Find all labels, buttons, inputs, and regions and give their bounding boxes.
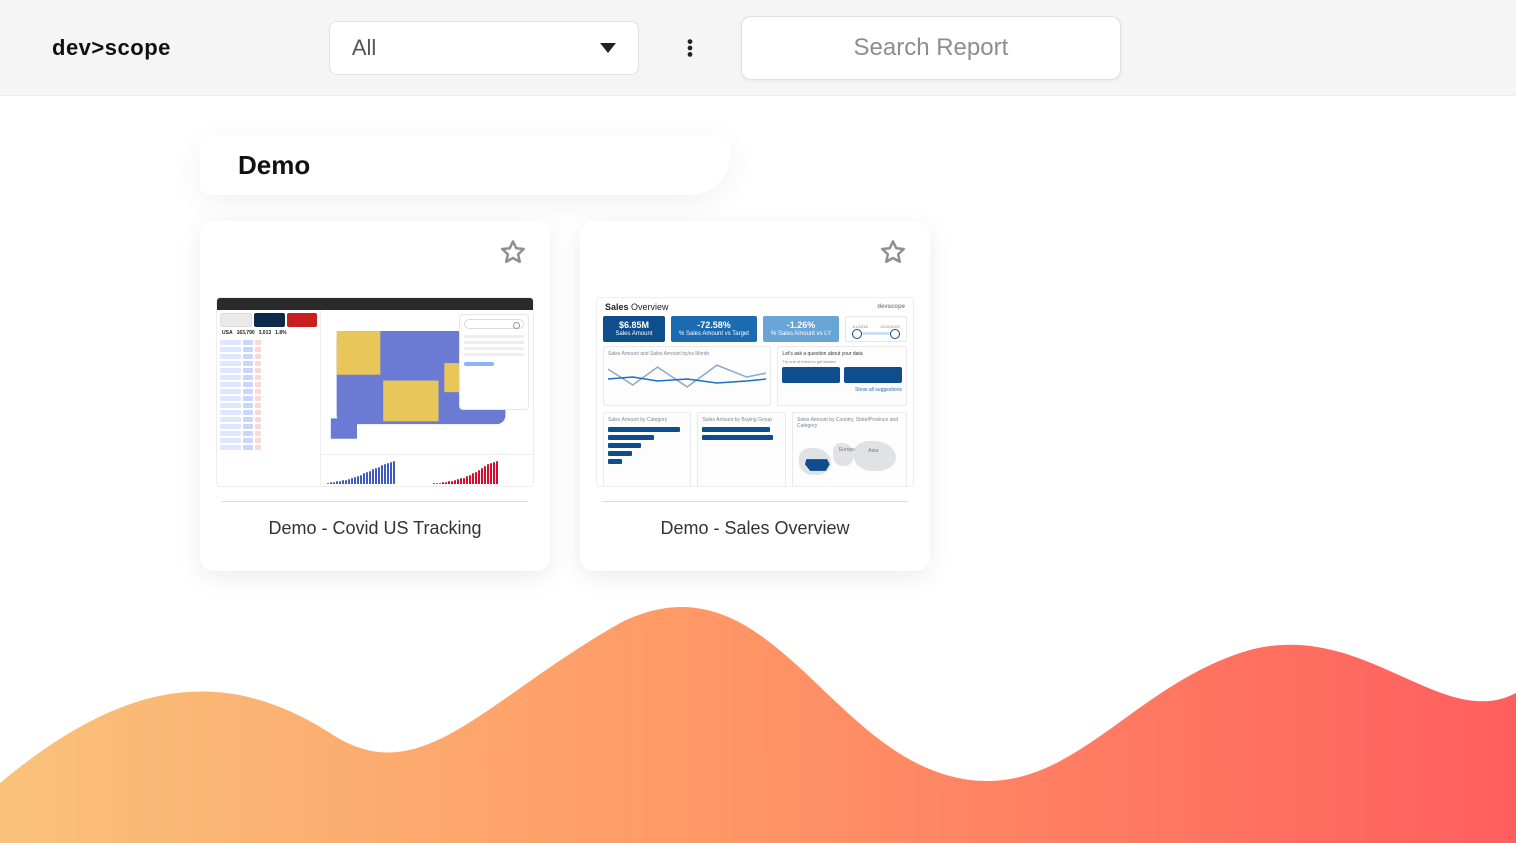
- thumb-brand: devscope: [877, 304, 905, 310]
- report-caption: Demo - Sales Overview: [596, 502, 914, 559]
- geo-label: Asia: [868, 448, 878, 454]
- kpi-value: $6.85M: [611, 321, 657, 331]
- box-title: Let's ask a question about your data: [782, 351, 902, 357]
- thumb-stat-1: 3,013: [259, 330, 272, 336]
- decorative-wave: [0, 583, 1516, 843]
- kpi-label: % Sales Amount vs LY: [771, 331, 831, 337]
- kpi-value: -72.58%: [679, 321, 749, 331]
- logo-text-left: dev: [52, 35, 91, 61]
- logo-text-right: scope: [105, 35, 171, 61]
- brand-logo: dev > scope: [52, 35, 171, 61]
- thumb-stat-country: USA: [222, 330, 233, 336]
- report-card[interactable]: USA 163,790 3,013 1.8%: [200, 221, 550, 571]
- kpi-value: -1.26%: [771, 321, 831, 331]
- report-thumbnail: Sales Overview devscope $6.85MSales Amou…: [596, 297, 914, 487]
- favorite-button[interactable]: [498, 237, 528, 267]
- thumb-stat-2: 1.8%: [275, 330, 286, 336]
- section-title: Demo: [238, 150, 310, 181]
- line-chart-icon: [608, 359, 766, 399]
- box-title: Sales Amount by Country, State/Province …: [797, 417, 902, 429]
- kpi-label: Sales Amount: [615, 331, 652, 337]
- kebab-icon: [679, 31, 701, 65]
- app-header: dev > scope All: [0, 0, 1516, 96]
- slider-from: 1/1/2018: [852, 324, 868, 329]
- kpi-label: % Sales Amount vs Target: [679, 331, 749, 337]
- thumb-title-b: Overview: [631, 302, 669, 312]
- page-content: Demo USA 163,790: [0, 96, 1516, 571]
- more-options-button[interactable]: [673, 24, 707, 72]
- report-card[interactable]: Sales Overview devscope $6.85MSales Amou…: [580, 221, 930, 571]
- report-cards: USA 163,790 3,013 1.8%: [200, 221, 1516, 571]
- geo-label: Europe: [839, 447, 855, 453]
- box-subtitle: Try one of these to get started: [782, 359, 902, 364]
- workspace-filter-select[interactable]: All: [329, 21, 639, 75]
- search-box[interactable]: [741, 16, 1121, 80]
- section-header: Demo: [200, 136, 730, 195]
- star-outline-icon: [878, 237, 908, 267]
- star-outline-icon: [498, 237, 528, 267]
- favorite-button[interactable]: [878, 237, 908, 267]
- box-link: Show all suggestions: [782, 387, 902, 393]
- thumb-title-a: Sales: [605, 302, 629, 312]
- report-thumbnail: USA 163,790 3,013 1.8%: [216, 297, 534, 487]
- chevron-down-icon: [600, 43, 616, 53]
- thumb-stat-0: 163,790: [237, 330, 255, 336]
- box-title: Sales Amount by Category: [608, 417, 686, 423]
- logo-glyph: >: [91, 35, 104, 61]
- box-title: Sales Amount and Sales Amount by/vs Mont…: [608, 351, 766, 357]
- slider-to: 12/31/2020: [880, 324, 900, 329]
- box-title: Sales Amount by Buying Group: [702, 417, 780, 423]
- report-caption: Demo - Covid US Tracking: [216, 502, 534, 559]
- search-input[interactable]: [742, 17, 1120, 79]
- us-highlight-icon: [805, 456, 831, 474]
- filter-selected-label: All: [352, 35, 376, 61]
